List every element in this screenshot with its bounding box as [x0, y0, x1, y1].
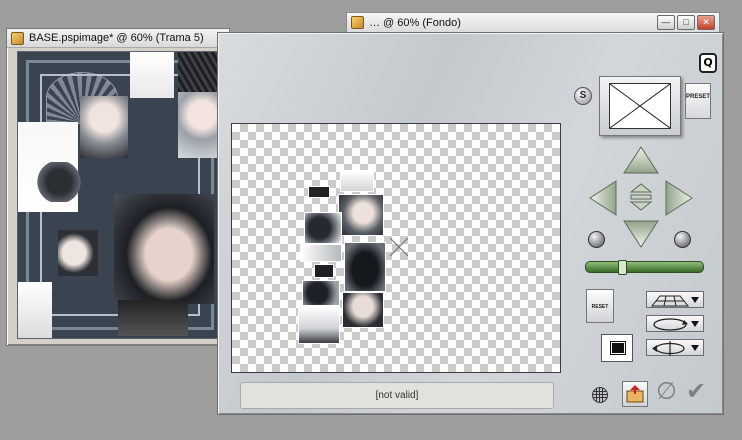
reset-label: RESET	[591, 304, 609, 310]
chevron-down-icon	[691, 345, 699, 351]
preset-label: PRESET	[686, 94, 711, 100]
center-up-down-icon[interactable]	[629, 182, 653, 212]
fondo-title-bar[interactable]: … @ 60% (Fondo) — □ ✕	[346, 12, 720, 32]
rotate-left-icon[interactable]	[588, 231, 605, 248]
rotate-right-icon[interactable]	[674, 231, 691, 248]
fondo-window-title: … @ 60% (Fondo)	[369, 16, 461, 29]
flip-icon	[652, 341, 685, 356]
image-tile	[36, 162, 82, 202]
slider-track[interactable]	[585, 260, 704, 275]
preview-tile	[340, 170, 374, 192]
image-tile	[178, 86, 222, 158]
image-tile	[80, 96, 128, 158]
image-tile	[178, 52, 218, 92]
reset-button[interactable]: RESET	[586, 289, 614, 323]
cancel-icon[interactable]: ∅	[656, 379, 677, 403]
preview-tile	[302, 280, 340, 306]
window-controls: — □ ✕	[657, 15, 715, 30]
perspective-grid-dropdown[interactable]	[646, 291, 704, 308]
chevron-down-icon	[691, 321, 699, 327]
grid-icon[interactable]	[592, 387, 608, 403]
flip-dropdown[interactable]	[646, 339, 704, 356]
plugin-dialog[interactable]: Q [not valid] S PRESET RESET ∅ ✔	[217, 32, 724, 415]
preset-button[interactable]: PRESET	[685, 83, 711, 119]
close-icon[interactable]: ✕	[697, 15, 715, 30]
arrow-left-icon[interactable]	[588, 179, 618, 217]
thumbnail-cross	[609, 83, 671, 129]
preview-tile	[338, 194, 384, 236]
arrow-down-icon[interactable]	[622, 219, 660, 249]
document-icon	[11, 31, 24, 45]
preview-tile	[304, 212, 342, 244]
load-icon	[626, 385, 644, 403]
background-swatch-button[interactable]	[601, 334, 633, 362]
minimize-icon[interactable]: —	[657, 15, 675, 30]
base-canvas[interactable]	[17, 51, 223, 339]
base-document-window[interactable]: BASE.pspimage* @ 60% (Trama 5)	[6, 28, 230, 346]
chevron-down-icon	[691, 297, 699, 303]
perspective-grid-icon	[650, 295, 690, 307]
ellipse-dropdown[interactable]	[646, 315, 704, 332]
preview-canvas[interactable]	[231, 123, 561, 373]
load-button[interactable]	[622, 381, 648, 407]
status-bar: [not valid]	[240, 382, 554, 409]
image-tile	[118, 300, 188, 336]
preview-tile	[314, 264, 334, 278]
preview-tile	[300, 244, 342, 262]
maximize-icon[interactable]: □	[677, 15, 695, 30]
image-tile	[130, 52, 174, 98]
thumbnail-preview[interactable]	[599, 76, 681, 136]
ellipse-icon	[653, 318, 688, 331]
base-title-bar[interactable]: BASE.pspimage* @ 60% (Trama 5)	[7, 29, 229, 48]
image-tile	[58, 230, 98, 276]
preview-tile	[344, 242, 386, 292]
s-button[interactable]: S	[574, 87, 592, 105]
preview-tile	[298, 306, 340, 344]
base-window-title: BASE.pspimage* @ 60% (Trama 5)	[29, 32, 204, 44]
arrow-right-icon[interactable]	[664, 179, 694, 217]
image-tile	[18, 282, 52, 338]
center-marker[interactable]	[388, 236, 410, 258]
logo-icon[interactable]: Q	[699, 53, 717, 73]
preview-tile	[342, 292, 384, 328]
image-tile	[114, 194, 214, 304]
preview-tile	[308, 186, 330, 198]
document-icon	[351, 16, 364, 29]
slider-knob[interactable]	[618, 260, 627, 275]
ok-icon[interactable]: ✔	[686, 379, 706, 403]
arrow-up-icon[interactable]	[622, 145, 660, 175]
